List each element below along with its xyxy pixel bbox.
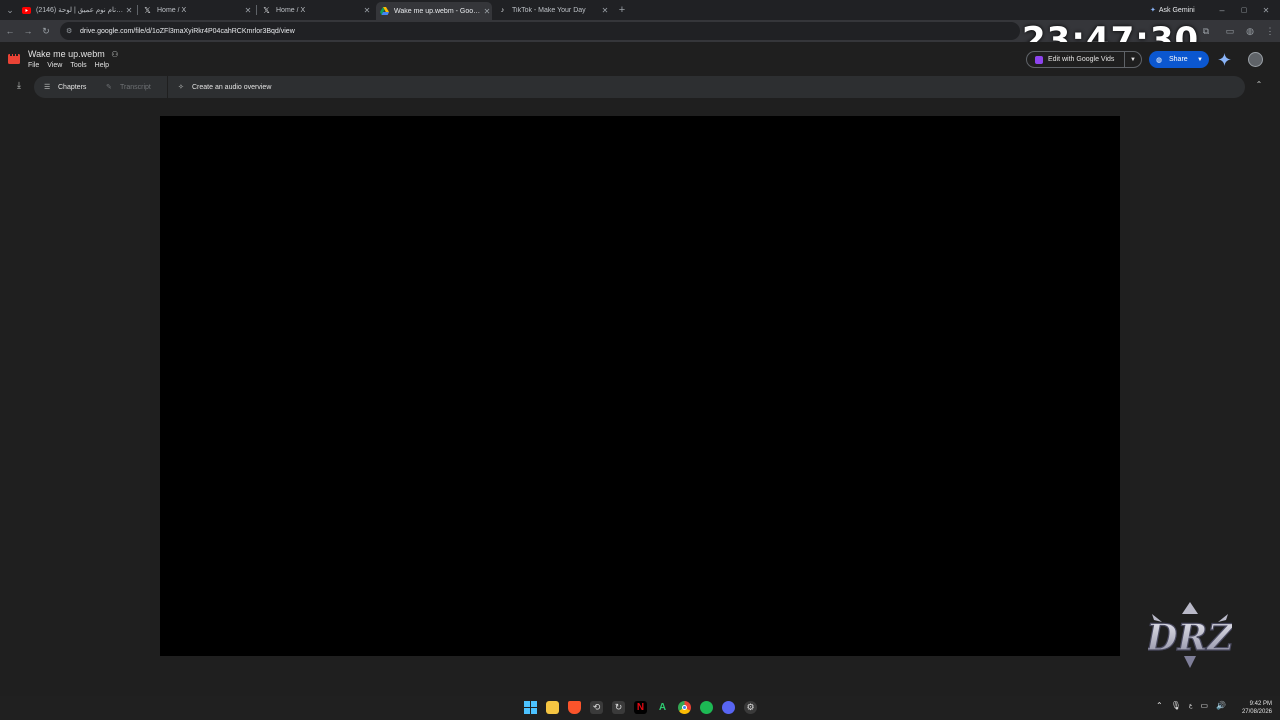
tab-youtube[interactable]: (2146) كيف أنام نوم عميق | لوحة ✕ <box>22 2 134 18</box>
system-tray: ⌃ 🎙 ع ▭ 🔊 <box>1156 701 1226 710</box>
close-tab-icon[interactable]: ✕ <box>362 6 372 15</box>
menu-help[interactable]: Help <box>95 62 109 69</box>
menu-tools[interactable]: Tools <box>70 62 86 69</box>
maximize-icon[interactable]: ▢ <box>1238 4 1250 16</box>
edit-with-vids-button[interactable]: Edit with Google Vids ▼ <box>1026 51 1142 68</box>
x-icon: 𝕏 <box>263 5 270 15</box>
shared-icon: ⚇ <box>111 50 119 59</box>
sparkle-icon: ✧ <box>178 84 184 91</box>
close-tab-icon[interactable]: ✕ <box>243 6 253 15</box>
drz-logo: DRZ <box>1148 600 1232 670</box>
video-player[interactable] <box>160 116 1120 656</box>
more-menu-icon[interactable]: ⋮ <box>1264 25 1276 37</box>
svg-text:DRZ: DRZ <box>1148 617 1232 659</box>
settings-icon[interactable]: ⚙ <box>744 701 757 714</box>
menu-file[interactable]: File <box>28 62 39 69</box>
volume-icon[interactable]: 🔊 <box>1216 701 1226 710</box>
network-icon[interactable]: ▭ <box>1200 701 1208 710</box>
address-bar[interactable]: ⚙ drive.google.com/file/d/1oZFl3maXyiRkr… <box>60 22 1020 40</box>
menu-bar: File View Tools Help <box>28 62 109 69</box>
menu-view[interactable]: View <box>47 62 62 69</box>
tab-x-home-1[interactable]: 𝕏 Home / X ✕ <box>143 2 253 18</box>
extensions-icon[interactable]: ⧉ <box>1200 25 1212 37</box>
create-audio-overview-button[interactable]: ✧ Create an audio overview <box>178 76 271 98</box>
download-icon[interactable]: ⤓ <box>12 80 26 94</box>
chrome-icon[interactable] <box>678 701 691 714</box>
app-icon[interactable]: ⟲ <box>590 701 603 714</box>
gemini-icon: ✦ <box>1150 7 1156 14</box>
transcript-icon: ✎ <box>106 84 112 91</box>
new-tab-icon[interactable]: + <box>616 4 628 16</box>
tab-x-home-2[interactable]: 𝕏 Home / X ✕ <box>262 2 372 18</box>
chapters-button[interactable]: ☰ Chapters <box>44 76 86 98</box>
discord-icon[interactable] <box>722 701 735 714</box>
youtube-icon <box>22 6 31 15</box>
back-icon[interactable]: ← <box>4 25 16 37</box>
transcript-button[interactable]: ✎ Transcript <box>106 76 151 98</box>
tab-search-icon[interactable]: ⌄ <box>4 4 16 16</box>
window-close-icon[interactable]: ✕ <box>1260 4 1272 16</box>
video-file-icon <box>8 53 20 65</box>
close-tab-icon[interactable]: ✕ <box>600 6 610 15</box>
tab-menu-icon[interactable]: ▭ <box>1224 25 1236 37</box>
gemini-spark-icon[interactable] <box>1218 53 1231 66</box>
list-icon: ☰ <box>44 84 51 91</box>
share-button[interactable]: ◍ Share ▼ <box>1149 51 1209 68</box>
brave-icon[interactable] <box>568 701 581 714</box>
language-icon[interactable]: ع <box>1189 702 1193 709</box>
chevron-up-icon[interactable]: ⌃ <box>1156 701 1163 710</box>
reload-icon[interactable]: ↻ <box>40 25 52 37</box>
chevron-down-icon[interactable]: ▼ <box>1125 57 1141 63</box>
minimize-icon[interactable]: – <box>1216 4 1228 16</box>
spotify-icon[interactable] <box>700 701 713 714</box>
close-tab-icon[interactable]: ✕ <box>124 6 134 15</box>
x-icon: 𝕏 <box>144 5 151 15</box>
tiktok-icon: ♪ <box>500 6 505 14</box>
windows-start-icon[interactable] <box>524 701 537 714</box>
site-info-icon[interactable]: ⚙ <box>66 27 76 35</box>
netflix-icon[interactable]: N <box>634 701 647 714</box>
file-title: Wake me up.webm ⚇ <box>28 49 119 59</box>
profile-icon[interactable]: ◍ <box>1244 25 1256 37</box>
tab-tiktok[interactable]: ♪ TikTok - Make Your Day ✕ <box>498 2 610 18</box>
chevron-up-icon[interactable]: ⌃ <box>1252 80 1266 94</box>
close-tab-icon[interactable]: ✕ <box>482 7 492 16</box>
google-drive-icon <box>380 7 389 16</box>
microphone-icon[interactable]: 🎙 <box>1171 701 1181 710</box>
account-avatar[interactable] <box>1248 52 1263 67</box>
file-explorer-icon[interactable] <box>546 701 559 714</box>
google-vids-icon <box>1035 55 1043 64</box>
ask-gemini-button[interactable]: ✦ Ask Gemini <box>1150 4 1195 16</box>
sync-icon[interactable]: ↻ <box>612 701 625 714</box>
tab-google-drive[interactable]: Wake me up.webm - Google Drive ✕ <box>376 2 492 20</box>
taskbar-clock[interactable]: 9:42 PM 27/08/2026 <box>1236 700 1272 716</box>
globe-icon: ◍ <box>1156 56 1163 64</box>
app-a-icon[interactable]: A <box>656 701 669 714</box>
chevron-down-icon[interactable]: ▼ <box>1197 57 1203 63</box>
forward-icon[interactable]: → <box>22 25 34 37</box>
